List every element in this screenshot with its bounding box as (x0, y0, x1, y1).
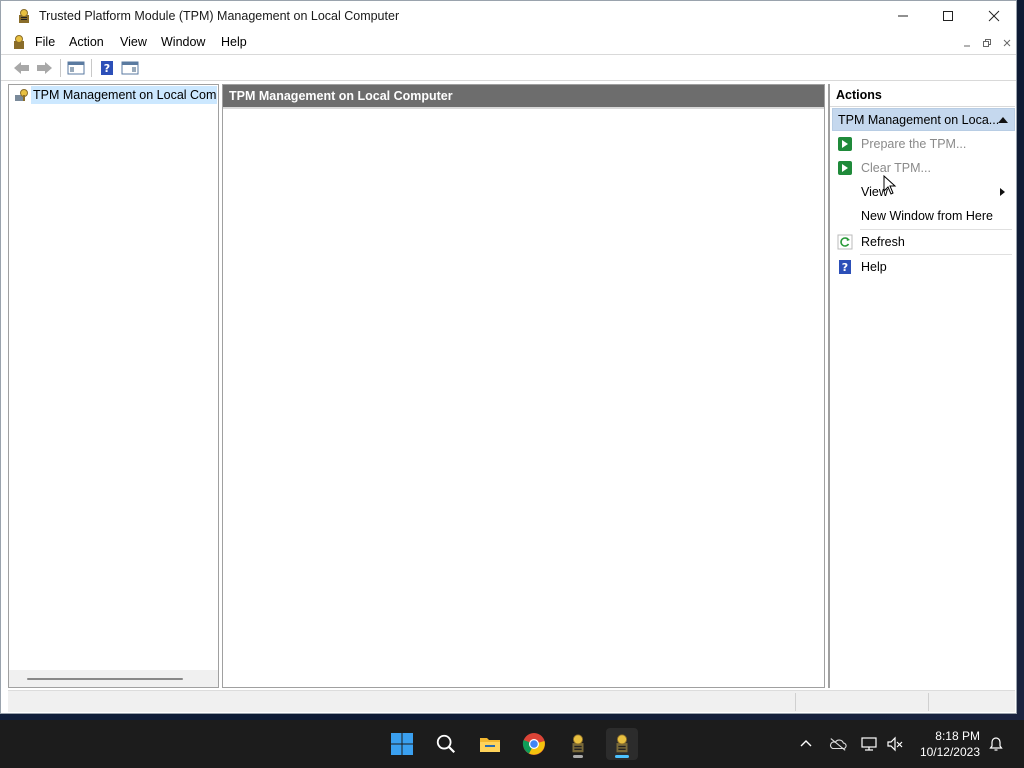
submenu-arrow-icon (1000, 188, 1005, 196)
clock-date: 10/12/2023 (919, 745, 980, 759)
status-divider (928, 693, 929, 711)
actions-pane: Actions TPM Management on Loca... Prepar… (828, 84, 1015, 688)
scrollbar-thumb[interactable] (27, 678, 183, 680)
action-clear-tpm[interactable]: Clear TPM... (830, 156, 1015, 180)
tpm-app-active-icon[interactable] (606, 728, 638, 760)
actions-divider (830, 106, 1015, 107)
action-label: Prepare the TPM... (861, 137, 967, 151)
tpm-app-icon (16, 8, 32, 24)
collapse-caret-icon[interactable] (998, 117, 1008, 123)
search-icon[interactable] (430, 728, 462, 760)
mdi-minimize-icon[interactable] (960, 36, 974, 50)
window-title: Trusted Platform Module (TPM) Management… (39, 9, 400, 23)
action-label: Help (861, 260, 887, 274)
chevron-up-icon[interactable] (797, 735, 815, 753)
show-hide-action-pane-icon[interactable] (120, 59, 140, 77)
show-hide-tree-icon[interactable] (66, 59, 86, 77)
file-explorer-icon[interactable] (474, 728, 506, 760)
active-indicator (615, 755, 629, 758)
mdi-close-icon[interactable] (1000, 36, 1014, 50)
onedrive-offline-icon[interactable] (829, 735, 847, 753)
result-pane-header: TPM Management on Local Computer (223, 85, 824, 107)
actions-group-label: TPM Management on Loca... (838, 113, 1000, 127)
tpm-node-icon (11, 86, 31, 104)
header-divider (223, 107, 824, 109)
actions-title: Actions (836, 88, 882, 102)
console-tree-pane[interactable]: TPM Management on Local Comp (8, 84, 219, 688)
menu-view[interactable]: View (120, 35, 147, 49)
help-icon: ? (837, 259, 853, 275)
tpm-app-icon[interactable] (562, 728, 594, 760)
network-icon[interactable] (860, 735, 878, 753)
action-label: Clear TPM... (861, 161, 931, 175)
action-refresh[interactable]: Refresh (830, 230, 1015, 254)
action-label: New Window from Here (861, 209, 993, 223)
close-button[interactable] (971, 1, 1017, 31)
menu-help[interactable]: Help (221, 35, 247, 49)
refresh-icon (837, 234, 853, 250)
forward-arrow-icon[interactable] (34, 59, 54, 77)
actions-group-header[interactable]: TPM Management on Loca... (832, 108, 1015, 131)
green-arrow-icon (837, 136, 853, 152)
toolbar: ? (1, 54, 1016, 81)
chrome-icon[interactable] (518, 728, 550, 760)
help-icon[interactable]: ? (97, 59, 117, 77)
status-bar (8, 690, 1015, 712)
menu-window[interactable]: Window (161, 35, 205, 49)
tree-item-tpm-management[interactable]: TPM Management on Local Comp (11, 86, 217, 104)
back-arrow-icon[interactable] (12, 59, 32, 77)
title-bar[interactable]: Trusted Platform Module (TPM) Management… (1, 1, 1016, 31)
action-view[interactable]: View (830, 180, 1015, 204)
green-arrow-icon (837, 160, 853, 176)
svg-text:?: ? (104, 62, 110, 75)
taskbar: 8:18 PM 10/12/2023 (0, 720, 1024, 768)
toolbar-separator (91, 59, 92, 77)
clock-time: 8:18 PM (935, 729, 980, 743)
action-prepare-tpm[interactable]: Prepare the TPM... (830, 132, 1015, 156)
minimize-button[interactable] (880, 1, 926, 31)
mouse-cursor-icon (883, 175, 897, 195)
notification-bell-icon[interactable] (987, 735, 1005, 753)
maximize-button[interactable] (925, 1, 971, 31)
running-indicator (573, 755, 583, 758)
menu-bar: File Action View Window Help (1, 31, 1016, 54)
volume-muted-icon[interactable] (886, 735, 904, 753)
tree-item-label: TPM Management on Local Comp (31, 86, 217, 104)
status-divider (795, 693, 796, 711)
result-pane: TPM Management on Local Computer (222, 84, 825, 688)
system-clock[interactable]: 8:18 PM 10/12/2023 (916, 728, 980, 760)
mdi-restore-icon[interactable] (980, 36, 994, 50)
svg-text:?: ? (842, 261, 848, 274)
horizontal-scrollbar[interactable] (9, 670, 218, 687)
toolbar-separator (60, 59, 61, 77)
console-icon[interactable] (11, 34, 27, 50)
menu-action[interactable]: Action (69, 35, 104, 49)
action-new-window[interactable]: New Window from Here (830, 204, 1015, 228)
action-label: Refresh (861, 235, 905, 249)
start-icon[interactable] (386, 728, 418, 760)
action-help[interactable]: ? Help (830, 255, 1015, 279)
menu-file[interactable]: File (35, 35, 55, 49)
